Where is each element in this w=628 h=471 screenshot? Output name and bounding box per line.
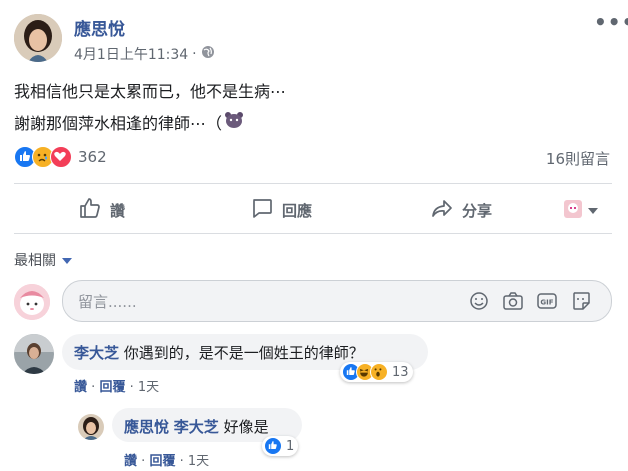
post-text-line-2: 謝謝那個萍水相逢的律師⋯（ xyxy=(14,114,223,133)
speech-bubble-icon xyxy=(250,196,274,224)
gif-icon[interactable]: GIF xyxy=(536,290,558,312)
reply-author-avatar[interactable] xyxy=(78,414,104,440)
svg-text:GIF: GIF xyxy=(540,299,553,307)
comment-reply-link[interactable]: 回覆 xyxy=(99,380,125,395)
comment-time[interactable]: 1天 xyxy=(138,380,159,395)
action-separator: · xyxy=(141,454,146,469)
divider-top xyxy=(14,183,612,184)
bear-emoji-icon xyxy=(224,111,244,133)
comment-input[interactable] xyxy=(62,280,612,322)
action-separator: · xyxy=(179,454,184,469)
reaction-count[interactable]: 362 xyxy=(78,148,107,166)
wow-reaction-icon xyxy=(370,363,388,381)
share-arrow-icon xyxy=(430,196,454,224)
reply-author[interactable]: 應思悅 xyxy=(124,418,169,436)
like-label: 讚 xyxy=(110,201,126,220)
comment-input-placeholder: 留言...... xyxy=(78,293,137,311)
caret-down-icon xyxy=(588,199,598,218)
comment-sort-dropdown[interactable]: 最相關 xyxy=(14,250,72,270)
love-reaction-icon xyxy=(50,146,72,168)
action-separator: · xyxy=(91,380,96,395)
globe-icon[interactable] xyxy=(201,45,215,63)
divider-bottom xyxy=(14,233,612,234)
more-options-icon[interactable]: ••• xyxy=(594,10,628,34)
page-avatar-icon xyxy=(564,199,582,218)
sort-label: 最相關 xyxy=(14,253,56,269)
reply-reactions[interactable]: 1 xyxy=(262,436,299,456)
comment-button[interactable]: 回應 xyxy=(250,196,312,224)
share-button[interactable]: 分享 xyxy=(430,196,492,224)
reply-actions: 讚 · 回覆 · 1天 xyxy=(124,450,209,469)
comment-reaction-count: 13 xyxy=(392,364,409,380)
commenter-avatar[interactable] xyxy=(14,334,54,374)
caret-down-icon xyxy=(62,252,72,268)
comment-text: 你遇到的，是不是一個姓王的律師？ xyxy=(123,344,364,362)
composer-avatar xyxy=(14,284,50,320)
post-author-name[interactable]: 應思悅 xyxy=(74,15,125,40)
emoji-icon[interactable] xyxy=(468,290,490,312)
comment-label: 回應 xyxy=(282,201,313,220)
post-meta: 4月1日上午11:34 · xyxy=(74,44,215,64)
author-avatar[interactable] xyxy=(14,14,62,62)
reply-reply-link[interactable]: 回覆 xyxy=(149,454,175,469)
post-text-line-1: 我相信他只是太累而已，他不是生病⋯ xyxy=(14,82,287,101)
action-separator: · xyxy=(129,380,134,395)
reply-like-link[interactable]: 讚 xyxy=(124,454,137,469)
post-timestamp[interactable]: 4月1日上午11:34 xyxy=(74,44,188,64)
sticker-icon[interactable] xyxy=(570,290,592,312)
thumbs-up-icon xyxy=(78,196,102,224)
like-button[interactable]: 讚 xyxy=(78,196,125,224)
reaction-summary[interactable]: 362 xyxy=(14,146,107,168)
comment-like-link[interactable]: 讚 xyxy=(74,380,87,395)
comment-actions: 讚 · 回覆 · 1天 xyxy=(74,376,159,395)
post-as-selector[interactable] xyxy=(564,199,598,218)
comment-count[interactable]: 16則留言 xyxy=(546,148,610,169)
reply-text: 好像是 xyxy=(223,418,269,436)
camera-icon[interactable] xyxy=(502,290,524,312)
reply-mention[interactable]: 李大芝 xyxy=(174,418,219,436)
meta-separator: · xyxy=(192,46,197,62)
reply-reaction-count: 1 xyxy=(286,438,295,454)
comment-content: 李大芝 你遇到的，是不是一個姓王的律師？ xyxy=(74,342,364,363)
comment-author[interactable]: 李大芝 xyxy=(74,344,119,362)
share-label: 分享 xyxy=(462,201,493,220)
reply-time[interactable]: 1天 xyxy=(188,454,209,469)
post-text-line-2-wrap: 謝謝那個萍水相逢的律師⋯（ xyxy=(14,110,244,134)
comment-reactions[interactable]: 13 xyxy=(340,362,413,382)
like-reaction-icon xyxy=(264,437,282,455)
reply-content: 應思悅 李大芝 好像是 xyxy=(124,416,269,437)
